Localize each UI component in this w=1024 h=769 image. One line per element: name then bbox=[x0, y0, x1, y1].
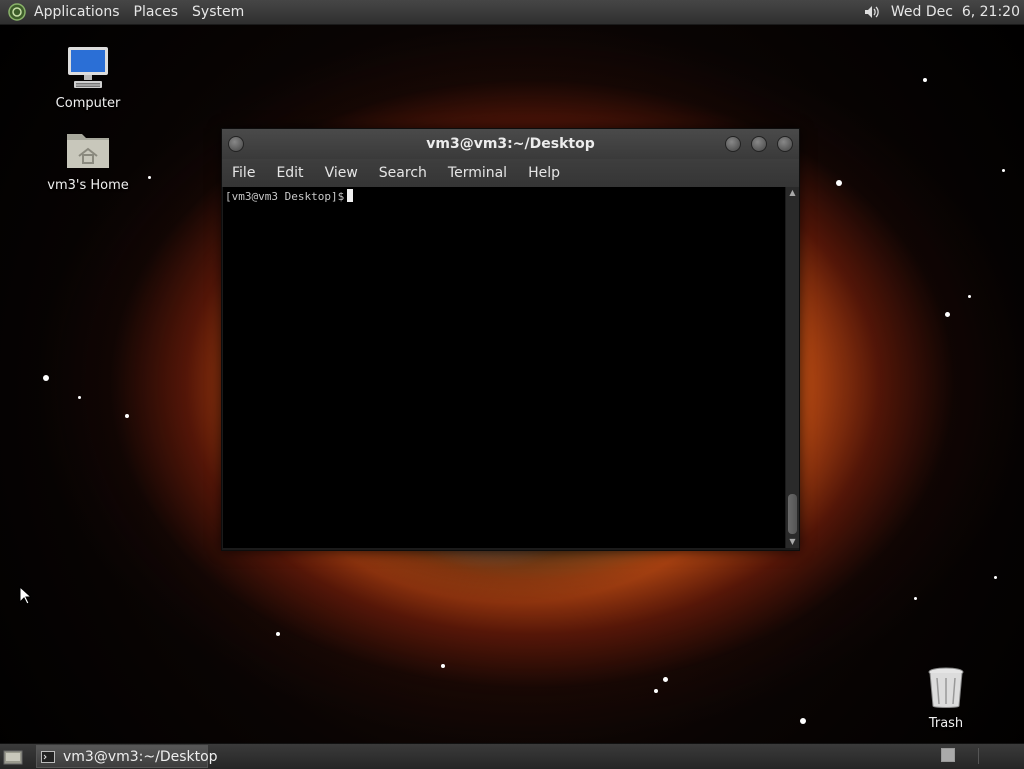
computer-icon bbox=[64, 44, 112, 92]
maximize-button[interactable] bbox=[751, 136, 767, 152]
shell-prompt: [vm3@vm3 Desktop]$ bbox=[225, 190, 345, 203]
window-menu-button[interactable] bbox=[228, 136, 244, 152]
star bbox=[994, 576, 997, 579]
terminal-scrollbar[interactable]: ▲ ▼ bbox=[786, 187, 799, 548]
menu-system[interactable]: System bbox=[192, 4, 244, 20]
window-titlebar[interactable]: vm3@vm3:~/Desktop bbox=[222, 129, 799, 159]
star bbox=[441, 664, 445, 668]
star bbox=[43, 375, 49, 381]
menu-applications[interactable]: Applications bbox=[34, 4, 120, 20]
desktop-icon-label: Trash bbox=[928, 716, 964, 731]
star bbox=[800, 718, 806, 724]
taskbar-button-terminal[interactable]: vm3@vm3:~/Desktop bbox=[36, 745, 218, 768]
panel-tray: Wed Dec 6, 21:20 bbox=[863, 3, 1024, 21]
terminal-menubar: File Edit View Search Terminal Help bbox=[222, 159, 799, 187]
menu-file[interactable]: File bbox=[232, 165, 255, 181]
desktop-icon-trash[interactable]: Trash bbox=[901, 664, 991, 731]
minimize-button[interactable] bbox=[725, 136, 741, 152]
desktop-icon-computer[interactable]: Computer bbox=[43, 44, 133, 111]
desktop-icon-label: Computer bbox=[55, 96, 121, 111]
star bbox=[654, 689, 658, 693]
workspace-switcher-1[interactable] bbox=[941, 748, 955, 762]
desktop-icon-label: vm3's Home bbox=[47, 178, 129, 193]
trash-icon bbox=[922, 664, 970, 712]
mouse-pointer-icon bbox=[19, 586, 31, 605]
star bbox=[78, 396, 81, 399]
scroll-down-icon[interactable]: ▼ bbox=[786, 536, 799, 548]
scroll-up-icon[interactable]: ▲ bbox=[786, 187, 799, 199]
star bbox=[148, 176, 151, 179]
menu-terminal[interactable]: Terminal bbox=[448, 165, 507, 181]
workspace-divider bbox=[978, 748, 979, 764]
clock[interactable]: Wed Dec 6, 21:20 bbox=[891, 4, 1020, 20]
menu-edit[interactable]: Edit bbox=[276, 165, 303, 181]
menu-help[interactable]: Help bbox=[528, 165, 560, 181]
taskbar-button-label: vm3@vm3:~/Desktop bbox=[63, 748, 218, 765]
scrollbar-thumb[interactable] bbox=[788, 494, 797, 534]
terminal-text-area[interactable]: [vm3@vm3 Desktop]$ bbox=[223, 187, 785, 548]
star bbox=[836, 180, 842, 186]
prompt-line: [vm3@vm3 Desktop]$ bbox=[225, 189, 354, 203]
star bbox=[663, 677, 668, 682]
volume-icon[interactable] bbox=[863, 3, 881, 21]
star bbox=[914, 597, 917, 600]
star bbox=[923, 78, 927, 82]
star bbox=[945, 312, 950, 317]
desktop-icon-home[interactable]: vm3's Home bbox=[43, 126, 133, 193]
menu-search[interactable]: Search bbox=[379, 165, 427, 181]
home-folder-icon bbox=[64, 126, 112, 174]
show-desktop-icon[interactable] bbox=[2, 747, 24, 767]
menu-places[interactable]: Places bbox=[134, 4, 179, 20]
menu-view[interactable]: View bbox=[325, 165, 358, 181]
terminal-window[interactable]: vm3@vm3:~/Desktop File Edit View Search … bbox=[221, 128, 800, 551]
bottom-panel: vm3@vm3:~/Desktop bbox=[0, 743, 1024, 769]
terminal-icon bbox=[41, 750, 63, 763]
star bbox=[1002, 169, 1005, 172]
star bbox=[125, 414, 129, 418]
distro-logo-icon[interactable] bbox=[8, 3, 26, 21]
star bbox=[968, 295, 971, 298]
close-button[interactable] bbox=[777, 136, 793, 152]
window-title: vm3@vm3:~/Desktop bbox=[426, 136, 595, 152]
text-cursor bbox=[347, 189, 354, 202]
top-panel: Applications Places System Wed Dec 6, 21… bbox=[0, 0, 1024, 25]
star bbox=[276, 632, 280, 636]
